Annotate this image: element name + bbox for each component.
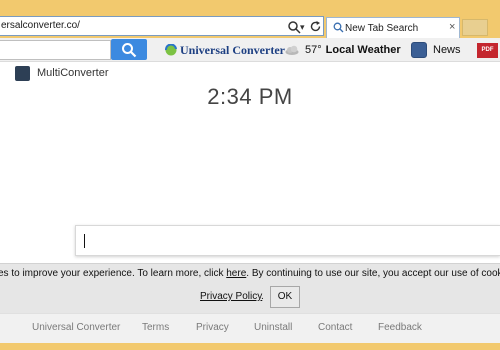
footer-link-terms[interactable]: Terms — [142, 322, 169, 333]
footer-link-contact[interactable]: Contact — [318, 322, 352, 333]
footer-link-feedback[interactable]: Feedback — [378, 322, 422, 333]
toolbar-search-input[interactable] — [0, 40, 111, 60]
privacy-period: . — [261, 291, 264, 302]
cookie-banner: es to improve your experience. To learn … — [0, 263, 500, 313]
footer-link-universal-converter[interactable]: Universal Converter — [32, 322, 120, 333]
tab-new-tab-search[interactable]: New Tab Search × — [326, 17, 460, 38]
tab-title: New Tab Search — [345, 23, 419, 34]
pdf-icon[interactable]: PDF — [477, 43, 498, 58]
brand-label: MultiConverter — [37, 67, 109, 79]
extension-toolbar: Universal Converter 57° Local Weather Ne… — [0, 38, 500, 62]
text-caret — [84, 234, 85, 248]
clock: 2:34 PM — [207, 84, 293, 109]
local-weather-button[interactable]: 57° Local Weather — [284, 40, 401, 60]
chevron-down-icon[interactable]: ▾ — [300, 20, 305, 34]
weather-temperature: 57° — [305, 44, 322, 56]
new-tab-button[interactable] — [462, 19, 488, 36]
multiconverter-logo-icon — [15, 66, 30, 81]
cookie-text-continued: . By continuing to use our site, you acc… — [246, 268, 500, 279]
weather-label: Local Weather — [325, 44, 401, 56]
toolbar-search-button[interactable] — [111, 39, 147, 60]
footer: Universal Converter Terms Privacy Uninst… — [0, 313, 500, 343]
main-search-input[interactable] — [75, 225, 500, 256]
cookie-text: es to improve your experience. To learn … — [0, 268, 227, 279]
universal-converter-logo-icon — [165, 44, 177, 56]
cloud-icon — [285, 45, 299, 55]
cookie-message: es to improve your experience. To learn … — [0, 268, 500, 279]
search-icon[interactable] — [287, 20, 301, 34]
privacy-policy-link[interactable]: Privacy Policy — [200, 291, 262, 302]
close-icon[interactable]: × — [449, 21, 455, 33]
news-button[interactable]: News — [411, 40, 461, 60]
universal-converter-button[interactable]: Universal Converter — [165, 40, 285, 60]
footer-link-privacy[interactable]: Privacy — [196, 322, 229, 333]
search-icon — [333, 22, 344, 33]
address-bar[interactable]: ersalconverter.co/ ▾ — [0, 16, 324, 36]
cookie-learn-more-link[interactable]: here — [226, 268, 246, 279]
address-text[interactable]: ersalconverter.co/ — [1, 20, 80, 31]
search-icon — [122, 43, 137, 58]
cookie-ok-button[interactable]: OK — [270, 286, 300, 308]
refresh-icon[interactable] — [309, 20, 322, 33]
window-titlebar — [0, 0, 500, 16]
universal-converter-label: Universal Converter — [180, 42, 285, 57]
news-icon — [411, 42, 427, 58]
footer-link-uninstall[interactable]: Uninstall — [254, 322, 292, 333]
news-label: News — [433, 44, 461, 56]
